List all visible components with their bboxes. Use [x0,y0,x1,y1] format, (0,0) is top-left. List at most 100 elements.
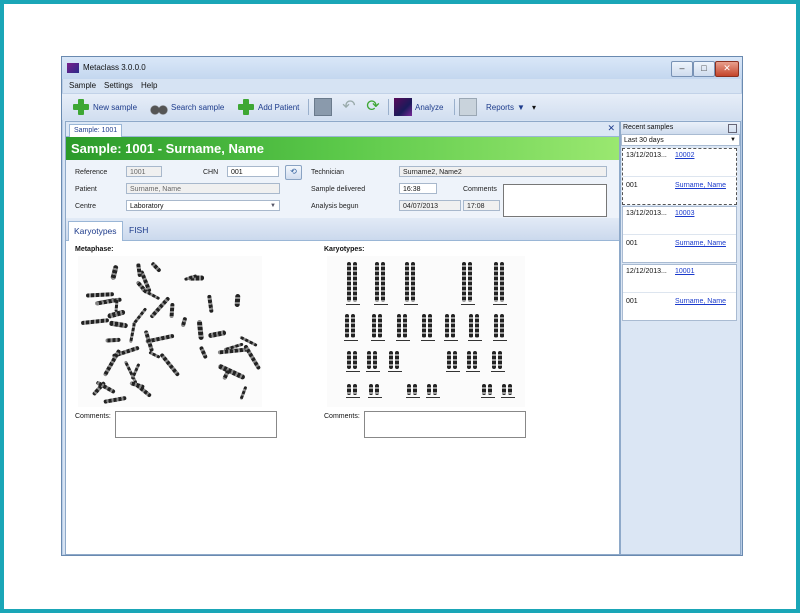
recent-filter-value: Last 30 days [624,137,664,144]
chevron-down-icon: ▼ [517,102,525,112]
recent-filter-select[interactable]: Last 30 days ▼ [621,134,740,146]
metaphase-image[interactable] [78,256,262,407]
chromosome-shape [206,294,214,313]
chromosome-shape [239,385,248,400]
chromosome-shape [353,351,357,369]
karyotype-baseline [388,371,402,372]
chromosome-shape [389,351,393,369]
chromosome-shape [378,314,382,338]
patient-link[interactable]: Surname, Name [675,240,726,247]
chromosome-shape [367,351,371,369]
analysis-time-field[interactable]: 17:08 [463,200,500,211]
karyotype-baseline [493,340,507,341]
sample-id-link[interactable]: 10001 [675,268,694,275]
technician-field[interactable]: Surname2, Name2 [399,166,607,177]
karyotype-baseline [491,371,505,372]
chromosome-shape [395,351,399,369]
list-item[interactable]: 13/12/2013... 10002 001 Surname, Name [622,148,737,205]
document-tabstrip: Sample: 1001 ✕ [66,122,619,137]
metaphase-comments-field[interactable] [115,411,277,438]
karyotype-baseline [444,340,458,341]
list-item[interactable]: 12/12/2013... 10001 001 Surname, Name [622,264,737,321]
patient-link[interactable]: Surname, Name [675,182,726,189]
sample-chn: 001 [626,182,638,189]
chromosome-shape [107,309,126,319]
karyotype-image[interactable] [327,256,525,407]
centre-select[interactable]: Laboratory ▼ [126,200,280,211]
lookup-icon[interactable]: ⟲ [285,165,302,180]
sample-comments-field[interactable] [503,184,607,217]
save-button[interactable] [314,97,332,117]
toolbar-overflow-icon[interactable]: ▾ [532,103,536,112]
recent-samples-title: Recent samples [621,122,740,134]
chn-label: CHN [203,169,219,176]
chromosome-shape [217,347,248,355]
pin-icon[interactable] [728,124,737,133]
chromosome-shape [445,314,449,338]
chromosome-shape [234,294,240,308]
analyze-icon [394,98,412,116]
sample-chn: 001 [626,240,638,247]
undo-button[interactable]: ↶ [340,97,358,117]
analyze-label: Analyze [415,102,444,112]
chromosome-shape [372,314,376,338]
karyotype-baseline [374,304,388,305]
app-icon [67,63,79,73]
chromosome-shape [405,262,409,302]
chromosome-shape [369,384,373,395]
reports-button[interactable]: Reports ▼ [459,97,525,117]
chromosome-shape [375,262,379,302]
karyotype-baseline [346,397,360,398]
tab-fish[interactable]: FISH [124,221,153,240]
patient-link[interactable]: Surname, Name [675,298,726,305]
close-document-icon[interactable]: ✕ [607,123,615,134]
centre-value: Laboratory [130,203,164,210]
karyotype-comments-field[interactable] [364,411,526,438]
toolbar: New sample Search sample Add Patient ↶ ⟳… [62,93,742,120]
menu-help[interactable]: Help [141,81,157,90]
menu-sample[interactable]: Sample [69,81,96,90]
plus-icon [237,98,255,116]
chromosome-shape [373,351,377,369]
chromosome-shape [500,262,504,302]
close-button[interactable]: ✕ [715,61,739,77]
search-sample-button[interactable]: Search sample [150,97,224,117]
maximize-button[interactable]: □ [693,61,715,77]
reference-label: Reference [75,169,108,176]
analysis-date-field[interactable]: 04/07/2013 [399,200,461,211]
undo-icon: ↶ [342,98,356,115]
chromosome-shape [494,314,498,338]
centre-label: Centre [75,203,97,210]
chromosome-shape [427,384,431,395]
minimize-button[interactable]: – [671,61,693,77]
search-sample-label: Search sample [171,102,225,112]
tab-sample-1001[interactable]: Sample: 1001 [69,124,123,137]
patient-field[interactable]: Surname, Name [126,183,280,194]
chromosome-shape [80,318,109,326]
chn-field[interactable]: 001 [227,166,279,177]
refresh-icon: ⟳ [366,98,380,115]
chromosome-shape [468,262,472,302]
analyze-button[interactable]: Analyze [394,97,443,117]
reports-label: Reports [486,102,515,112]
chromosome-shape [453,351,457,369]
chromosome-shape [347,384,351,395]
sample-id-link[interactable]: 10002 [675,152,694,159]
list-item[interactable]: 13/12/2013... 10003 001 Surname, Name [622,206,737,263]
delivered-time-field[interactable]: 16:38 [399,183,437,194]
tab-karyotypes[interactable]: Karyotypes [68,221,123,241]
app-window: Metaclass 3.0.0.0 – □ ✕ Sample Settings … [61,56,743,556]
chromosome-shape [473,351,477,369]
toolbar-separator [308,99,309,115]
chromosome-shape [110,264,119,280]
refresh-button[interactable]: ⟳ [364,97,382,117]
chromosome-shape [451,314,455,338]
recent-samples-panel: Recent samples Last 30 days ▼ 13/12/2013… [620,121,741,555]
reference-field[interactable]: 1001 [126,166,162,177]
chromosome-shape [492,351,496,369]
add-patient-button[interactable]: Add Patient [237,97,299,117]
new-sample-button[interactable]: New sample [72,97,137,117]
menu-settings[interactable]: Settings [104,81,133,90]
metaphase-label: Metaphase: [75,246,114,253]
sample-id-link[interactable]: 10003 [675,210,694,217]
